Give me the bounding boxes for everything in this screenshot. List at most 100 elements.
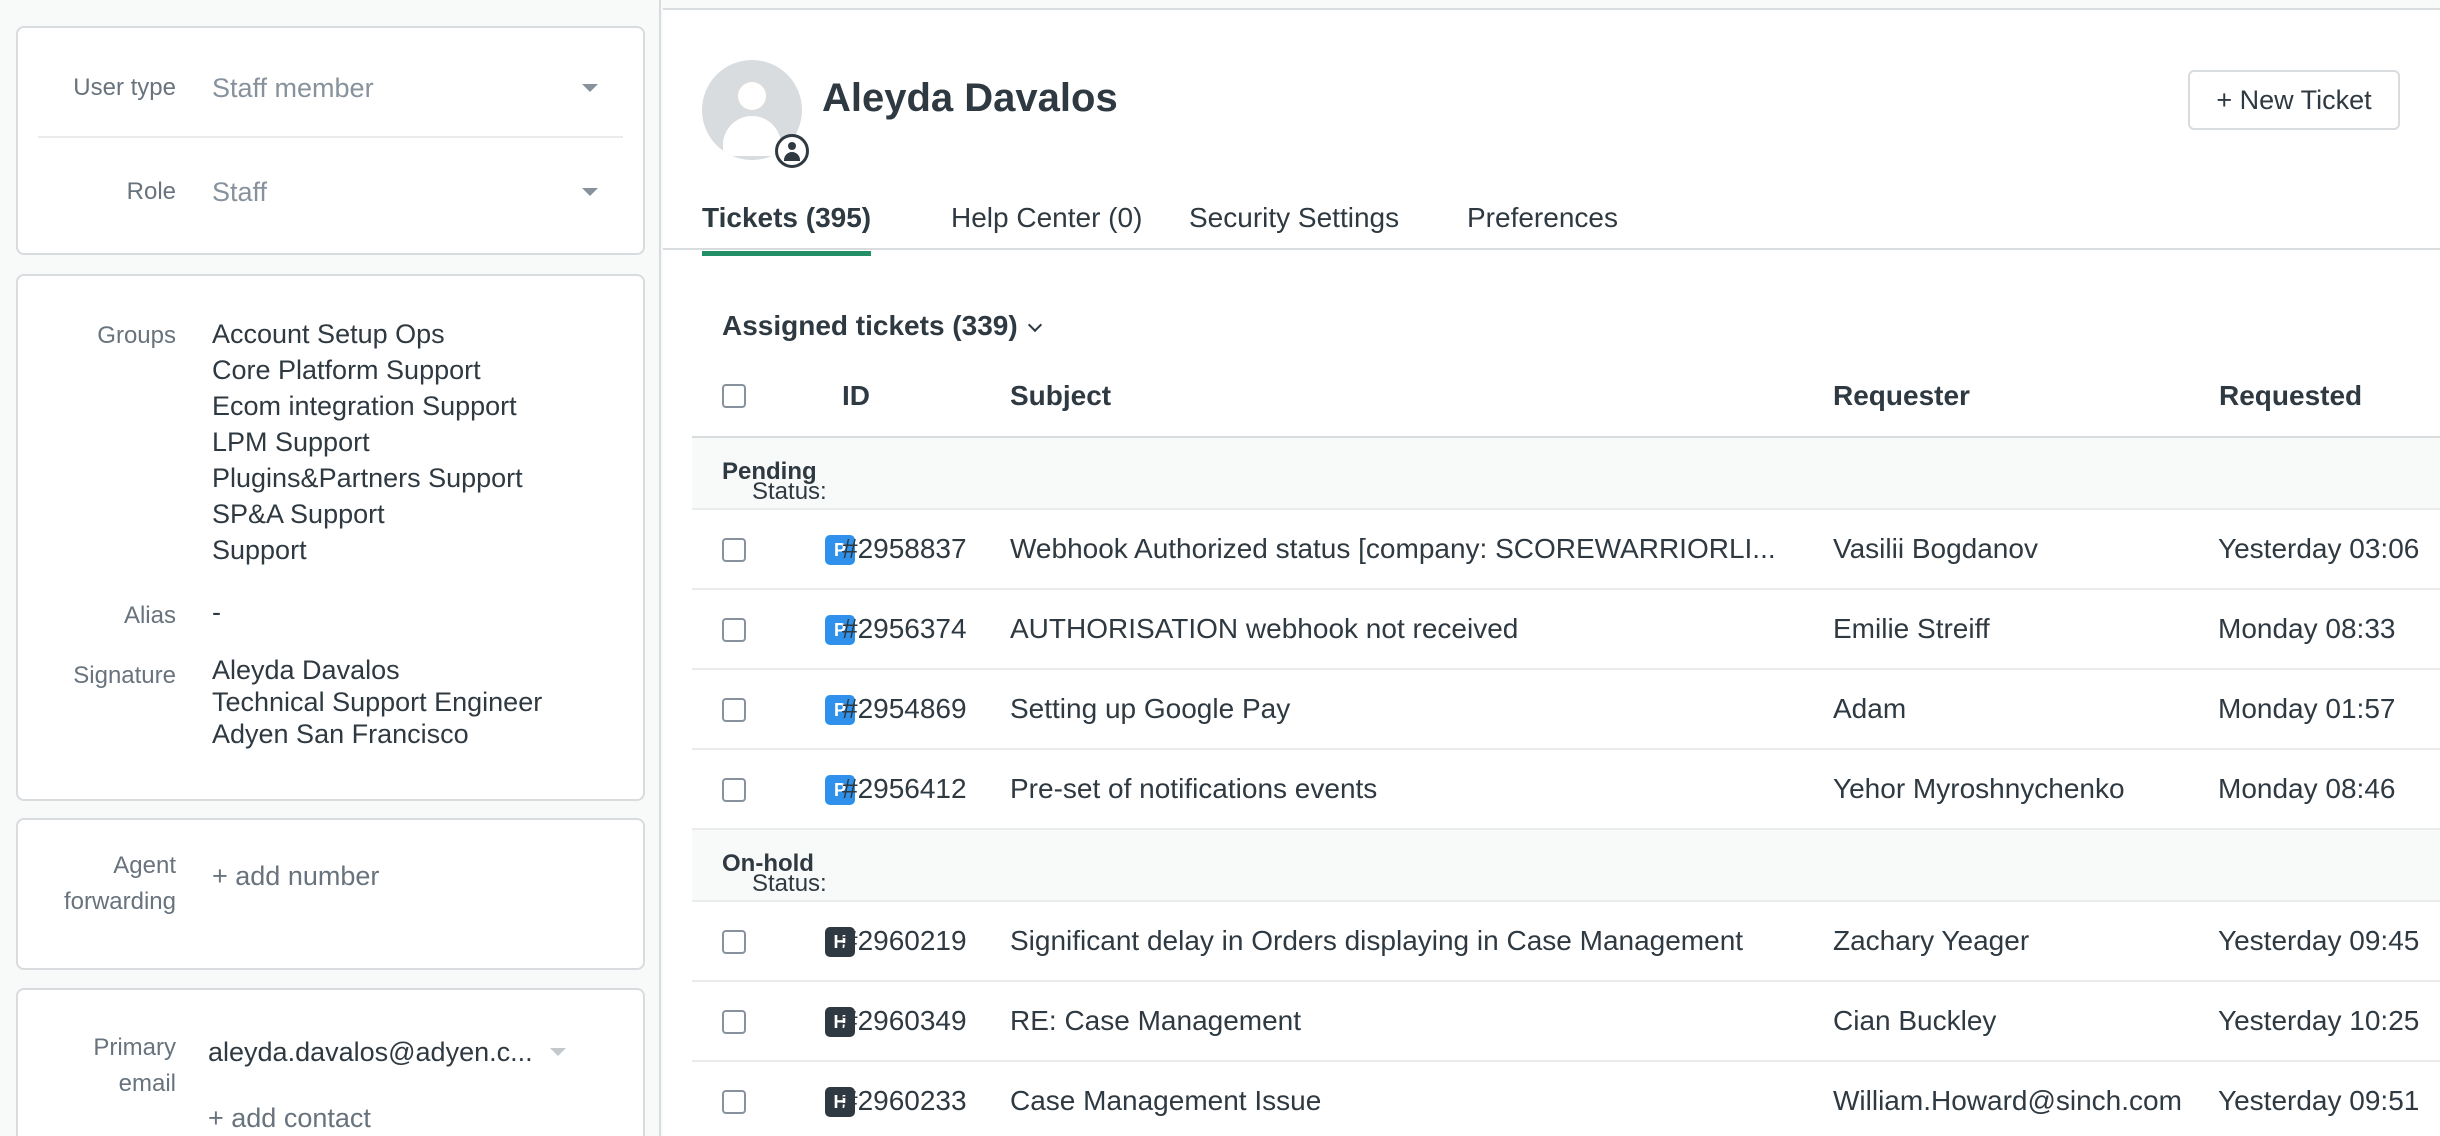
ticket-requester[interactable]: Yehor Myroshnychenko — [1833, 773, 2125, 805]
row-checkbox[interactable] — [722, 698, 746, 722]
ticket-requester[interactable]: Zachary Yeager — [1833, 925, 2029, 957]
primary-email-field[interactable]: aleyda.davalos@adyen.c... — [208, 1034, 548, 1070]
row-checkbox[interactable] — [722, 1090, 746, 1114]
alias-field[interactable]: - — [212, 594, 221, 630]
column-header-requester[interactable]: Requester — [1833, 380, 1970, 412]
status-prefix: Status: — [752, 478, 827, 505]
ticket-requester[interactable]: William.Howard@sinch.com — [1833, 1085, 2182, 1117]
group-item: Ecom integration Support — [212, 391, 517, 421]
row-checkbox[interactable] — [722, 618, 746, 642]
tab-security-settings[interactable]: Security Settings — [1189, 196, 1399, 256]
column-header-subject[interactable]: Subject — [1010, 380, 1111, 412]
tickets-table: ID Subject Requester Requested Status: P… — [692, 358, 2440, 1136]
ticket-id[interactable]: #2956374 — [842, 613, 967, 645]
user-role-icon — [775, 134, 809, 168]
user-type-chevron-down-icon[interactable] — [582, 84, 598, 92]
ticket-requested: Yesterday 09:51 — [2218, 1085, 2420, 1116]
column-header-id[interactable]: ID — [842, 380, 870, 412]
ticket-requested: Monday 08:33 — [2218, 613, 2396, 644]
primary-email-label-line: Primary — [93, 1034, 176, 1061]
role-select[interactable]: Staff — [212, 174, 612, 210]
table-header: ID Subject Requester Requested — [692, 358, 2440, 438]
ticket-requester[interactable]: Adam — [1833, 693, 1906, 725]
role-label: Role — [126, 178, 176, 205]
ticket-requester[interactable]: Cian Buckley — [1833, 1005, 1996, 1037]
new-ticket-button[interactable]: + New Ticket — [2188, 70, 2400, 130]
ticket-requested: Monday 08:46 — [2218, 773, 2396, 804]
add-number-link[interactable]: + add number — [212, 858, 379, 894]
primary-email-chevron-down-icon[interactable] — [550, 1048, 566, 1056]
avatar-body-shape — [723, 116, 781, 156]
row-checkbox[interactable] — [722, 538, 746, 562]
table-row[interactable]: P #2958837 Webhook Authorized status [co… — [692, 510, 2440, 590]
select-all-checkbox[interactable] — [722, 384, 746, 408]
user-details-card: Groups Account Setup Ops Core Platform S… — [16, 274, 645, 801]
ticket-requester[interactable]: Vasilii Bogdanov — [1833, 533, 2038, 565]
ticket-subject[interactable]: Significant delay in Orders displaying i… — [1010, 925, 1810, 957]
group-item: SP&A Support — [212, 499, 385, 529]
column-header-requested[interactable]: Requested — [2219, 380, 2362, 412]
table-row[interactable]: P #2956374 AUTHORISATION webhook not rec… — [692, 590, 2440, 670]
status-group-header: Status: Pending — [692, 438, 2440, 510]
ticket-subject[interactable]: AUTHORISATION webhook not received — [1010, 613, 1810, 645]
chevron-down-icon — [1027, 317, 1042, 333]
agent-forwarding-label-line: Agent — [113, 852, 176, 879]
table-row[interactable]: H #2960233 Case Management Issue William… — [692, 1062, 2440, 1136]
ticket-subject[interactable]: Case Management Issue — [1010, 1085, 1810, 1117]
ticket-id[interactable]: #2958837 — [842, 533, 967, 565]
ticket-id[interactable]: #2954869 — [842, 693, 967, 725]
divider — [38, 136, 623, 138]
row-checkbox[interactable] — [722, 778, 746, 802]
ticket-subject[interactable]: Pre-set of notifications events — [1010, 773, 1810, 805]
table-row[interactable]: P #2956412 Pre-set of notifications even… — [692, 750, 2440, 830]
primary-email-label: Primary email — [18, 1030, 176, 1102]
ticket-id[interactable]: #2956412 — [842, 773, 967, 805]
user-type-select[interactable]: Staff member — [212, 70, 612, 106]
ticket-id[interactable]: #2960219 — [842, 925, 967, 957]
agent-forwarding-card: Agent forwarding + add number — [16, 818, 645, 970]
group-item: Core Platform Support — [212, 355, 481, 385]
alias-label: Alias — [123, 602, 176, 629]
role-chevron-down-icon[interactable] — [582, 188, 598, 196]
agent-forwarding-label: Agent forwarding — [18, 848, 176, 920]
tab-preferences[interactable]: Preferences — [1467, 196, 1618, 256]
row-checkbox[interactable] — [722, 1010, 746, 1034]
groups-label: Groups — [97, 322, 176, 349]
group-item: Account Setup Ops — [212, 319, 445, 349]
avatar-head-shape — [738, 82, 766, 110]
ticket-requester[interactable]: Emilie Streiff — [1833, 613, 1990, 645]
tab-help-center[interactable]: Help Center (0) — [951, 196, 1142, 256]
table-row[interactable]: H #2960349 RE: Case Management Cian Buck… — [692, 982, 2440, 1062]
ticket-requested: Yesterday 03:06 — [2218, 533, 2420, 564]
ticket-id[interactable]: #2960233 — [842, 1085, 967, 1117]
ticket-id[interactable]: #2960349 — [842, 1005, 967, 1037]
view-selector[interactable]: Assigned tickets (339) — [722, 310, 1042, 342]
user-sidebar: User type Staff member Role Staff Groups… — [0, 0, 661, 1136]
signature-line: Technical Support Engineer — [212, 687, 543, 717]
signature-line: Adyen San Francisco — [212, 719, 469, 749]
ticket-requested: Monday 01:57 — [2218, 693, 2396, 724]
contact-card: Primary email aleyda.davalos@adyen.c... … — [16, 988, 645, 1136]
status-prefix: Status: — [752, 870, 827, 897]
group-item: LPM Support — [212, 427, 370, 457]
signature-field[interactable]: Aleyda Davalos Technical Support Enginee… — [212, 654, 542, 750]
user-type-label: User type — [73, 74, 176, 101]
ticket-requested: Yesterday 09:45 — [2218, 925, 2420, 956]
tab-tickets[interactable]: Tickets (395) — [702, 196, 872, 256]
agent-forwarding-label-line: forwarding — [63, 888, 176, 915]
ticket-subject[interactable]: RE: Case Management — [1010, 1005, 1810, 1037]
table-row[interactable]: P #2954869 Setting up Google Pay Adam Mo… — [692, 670, 2440, 750]
row-checkbox[interactable] — [722, 930, 746, 954]
ticket-subject[interactable]: Setting up Google Pay — [1010, 693, 1810, 725]
tab-divider — [663, 248, 2440, 250]
groups-list[interactable]: Account Setup Ops Core Platform Support … — [212, 316, 523, 568]
ticket-requested: Yesterday 10:25 — [2218, 1005, 2420, 1036]
ticket-subject[interactable]: Webhook Authorized status [company: SCOR… — [1010, 533, 1810, 565]
group-item: Plugins&Partners Support — [212, 463, 523, 493]
page-title: Aleyda Davalos — [822, 76, 1118, 120]
group-item: Support — [212, 535, 307, 565]
add-contact-link[interactable]: + add contact — [208, 1100, 371, 1136]
table-row[interactable]: H #2960219 Significant delay in Orders d… — [692, 902, 2440, 982]
view-selector-label: Assigned tickets (339) — [722, 310, 1018, 341]
status-group-header: Status: On-hold — [692, 830, 2440, 902]
